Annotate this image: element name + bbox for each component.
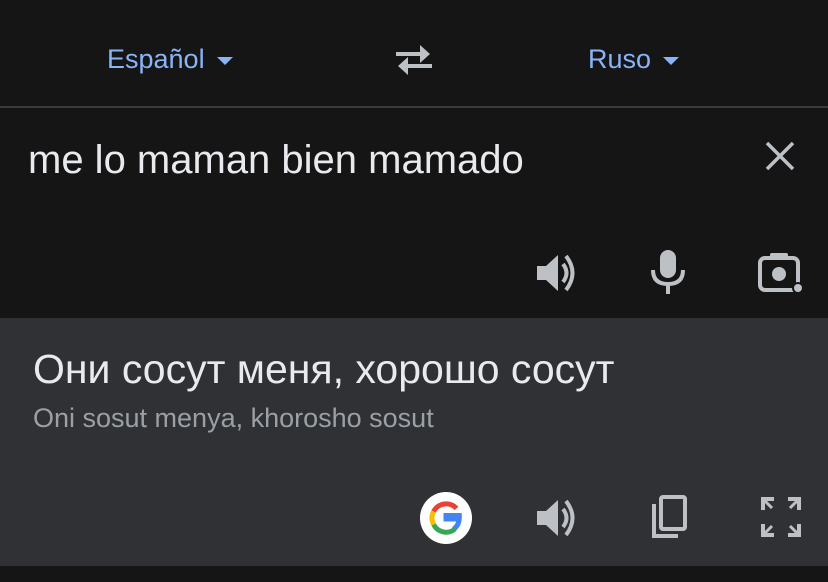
copy-icon — [652, 495, 687, 538]
camera-lens-icon — [758, 253, 804, 294]
clear-button[interactable] — [762, 138, 798, 174]
source-input-pane[interactable]: me lo maman bien mamado — [0, 108, 828, 318]
microphone-icon — [651, 250, 685, 294]
translation-text: Они сосут меня, хорошо сосут — [33, 346, 615, 392]
speaker-icon — [537, 499, 575, 537]
source-language-label: Español — [107, 43, 205, 74]
microphone-button[interactable] — [648, 248, 688, 296]
transliteration-text: Oni sosut menya, khorosho sosut — [33, 403, 434, 433]
caret-down-icon — [663, 57, 680, 65]
caret-down-icon — [216, 57, 233, 65]
source-language-selector[interactable]: Español — [107, 42, 233, 76]
listen-source-button[interactable] — [533, 251, 579, 295]
speaker-icon — [537, 254, 575, 292]
translation-result-pane: Они сосут меня, хорошо сосут Oni sosut m… — [0, 318, 828, 566]
fullscreen-button[interactable] — [760, 496, 802, 538]
google-logo-icon — [429, 501, 462, 535]
fullscreen-icon — [761, 497, 801, 537]
language-bar: Español Ruso — [0, 0, 828, 106]
close-icon — [765, 141, 795, 171]
google-search-button[interactable] — [420, 492, 472, 544]
target-language-selector[interactable]: Ruso — [588, 42, 680, 76]
listen-translation-button[interactable] — [533, 496, 579, 540]
target-language-label: Ruso — [588, 43, 652, 74]
bottom-edge — [0, 566, 828, 582]
source-text[interactable]: me lo maman bien mamado — [28, 138, 524, 183]
copy-translation-button[interactable] — [648, 494, 688, 540]
camera-translate-button[interactable] — [756, 250, 804, 296]
swap-arrows-icon — [396, 45, 432, 75]
swap-languages-button[interactable] — [392, 40, 436, 78]
